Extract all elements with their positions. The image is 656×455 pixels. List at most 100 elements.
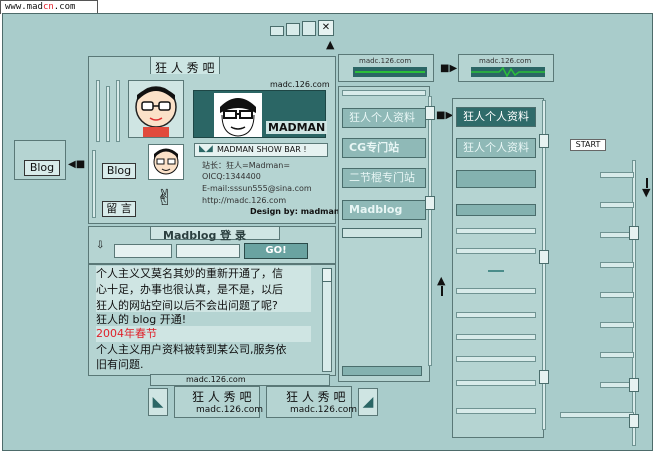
control-block-3[interactable] — [302, 21, 316, 36]
far-rail-knob-1[interactable] — [629, 226, 639, 240]
right-rail-knob-3[interactable] — [539, 370, 549, 384]
banner-face — [214, 93, 262, 137]
right-bar-1 — [456, 228, 536, 234]
profile-email[interactable]: E-mail:sssun555@sina.com — [202, 184, 312, 193]
url-prefix: www.mad — [5, 2, 43, 12]
pipe-left-2 — [106, 86, 110, 142]
show-bar: ◣◢ MADMAN SHOW BAR ! — [194, 143, 328, 157]
arrow-right-icon-1: ■▶ — [440, 63, 458, 74]
right-bar-6 — [456, 356, 536, 362]
lcd-module-2: madc.126.com — [458, 54, 554, 82]
right-slot-2[interactable] — [456, 204, 536, 216]
content-line-2: 心十足，办事也很认真，是不是，以后 — [96, 282, 311, 298]
scroll-thumb[interactable] — [322, 268, 332, 282]
pipe-left-1 — [96, 80, 100, 142]
menu-rail-knob-1[interactable] — [425, 106, 435, 120]
url-suffix: .com — [53, 2, 76, 12]
menu-item-profile[interactable]: 狂人个人资料 — [342, 108, 426, 128]
arrow-up-icon: ▲ — [326, 38, 335, 51]
m-logo-icon: ◣◢ — [199, 144, 213, 154]
menu-empty-slot-1 — [342, 228, 422, 238]
menu-item-cg[interactable]: CG专门站 — [342, 138, 426, 158]
content-line-1: 个人主义又莫名其妙的重新开通了，信 — [96, 266, 311, 282]
avatar-small — [148, 144, 184, 180]
right-bar-3 — [456, 288, 536, 294]
lcd-1-line — [355, 71, 425, 73]
window-controls: ✕ — [270, 20, 338, 38]
control-block-2[interactable] — [286, 23, 300, 36]
menu-top-bar — [342, 90, 426, 96]
main-title: 狂 人 秀 吧 — [155, 61, 215, 75]
close-icon[interactable]: ✕ — [318, 20, 334, 36]
lcd-2-wave — [471, 67, 545, 77]
login-go-button[interactable]: GO! — [244, 243, 308, 259]
banner-brand: MADMAN — [266, 121, 328, 134]
right-rail-knob-1[interactable] — [539, 134, 549, 148]
arrow-left-icon: ◀■ — [68, 159, 86, 170]
guestbook-button[interactable]: 留 言 — [102, 201, 136, 217]
bottom-sub-2: madc.126.com — [290, 405, 358, 415]
profile-url[interactable]: http://madc.126.com — [202, 196, 286, 205]
madman-banner: MADMAN — [193, 90, 328, 138]
content-line-6: 个人主义用户资料被转到某公司,服务依 — [96, 342, 311, 358]
far-bar-9 — [560, 412, 634, 418]
right-bar-4 — [456, 312, 536, 318]
lcd-2-screen — [471, 67, 545, 77]
far-bar-7 — [600, 352, 634, 358]
arrow-down-icon: ⇩ — [96, 240, 105, 251]
bottom-label-2: 狂 人 秀 吧 — [286, 390, 346, 404]
lcd-module-1: madc.126.com — [338, 54, 434, 82]
content-line-7: 旧有问题. — [96, 357, 311, 373]
right-bar-5 — [456, 334, 536, 340]
start-label[interactable]: START — [570, 139, 606, 151]
menu-empty-slot-2 — [342, 366, 422, 376]
far-bar-6 — [600, 322, 634, 328]
login-username-input[interactable] — [114, 244, 172, 258]
far-rail-knob-2[interactable] — [629, 378, 639, 392]
profile-line-1: 站长：狂人=Madman= — [202, 161, 291, 170]
lcd-1-domain: madc.126.com — [359, 57, 412, 65]
content-date: 2004年春节 — [96, 326, 311, 342]
left-blog-button[interactable]: Blog — [24, 160, 60, 176]
bottom-left-m-icon: ◣ — [148, 388, 168, 416]
arrow-right-icon-2: ■▶ — [436, 110, 454, 121]
blog-button[interactable]: Blog — [102, 163, 136, 179]
far-bar-1 — [600, 172, 634, 178]
right-dash — [488, 270, 504, 272]
show-bar-text: MADMAN SHOW BAR ! — [217, 145, 307, 154]
pipe-left-3 — [116, 80, 120, 142]
menu-item-madblog[interactable]: Madblog — [342, 200, 426, 220]
menu-rail — [428, 96, 432, 366]
right-bar-7 — [456, 380, 536, 386]
far-bar-5 — [600, 292, 634, 298]
menu-item-nunchaku[interactable]: 二节棍专门站 — [342, 168, 426, 188]
right-menu-item-selected[interactable]: 狂人个人资料 — [456, 107, 536, 127]
avatar — [128, 80, 184, 138]
site-url-tab: www.madcn.com — [0, 0, 98, 14]
lcd-2-domain: madc.126.com — [479, 57, 532, 65]
menu-rail-knob-2[interactable] — [425, 196, 435, 210]
login-password-input[interactable] — [176, 244, 240, 258]
bottom-right-m-icon: ◢ — [358, 388, 378, 416]
arrow-up-stem — [441, 286, 443, 296]
bottom-label-1: 狂 人 秀 吧 — [192, 390, 252, 404]
bottom-domain: madc.126.com — [186, 375, 246, 384]
right-slot-1[interactable] — [456, 170, 536, 188]
right-bar-8 — [456, 408, 536, 414]
content-scrollbar[interactable] — [322, 268, 332, 372]
domain-small: madc.126.com — [270, 80, 330, 89]
right-menu-item-2[interactable]: 狂人个人资料 — [456, 138, 536, 158]
right-rail-knob-2[interactable] — [539, 250, 549, 264]
victory-hand-icon: ✌ — [155, 186, 175, 211]
login-title: Madblog 登 录 — [163, 229, 246, 242]
far-bar-2 — [600, 202, 634, 208]
url-highlight: cn — [42, 2, 54, 12]
arrow-down-stem — [646, 178, 648, 188]
far-rail-knob-3[interactable] — [629, 414, 639, 428]
lcd-1-screen — [353, 67, 427, 77]
pipe-left-4 — [92, 150, 96, 218]
bottom-sub-1: madc.126.com — [196, 405, 264, 415]
profile-design: Design by: madman — [250, 207, 340, 216]
far-bar-4 — [600, 262, 634, 268]
control-block-1[interactable] — [270, 26, 284, 36]
